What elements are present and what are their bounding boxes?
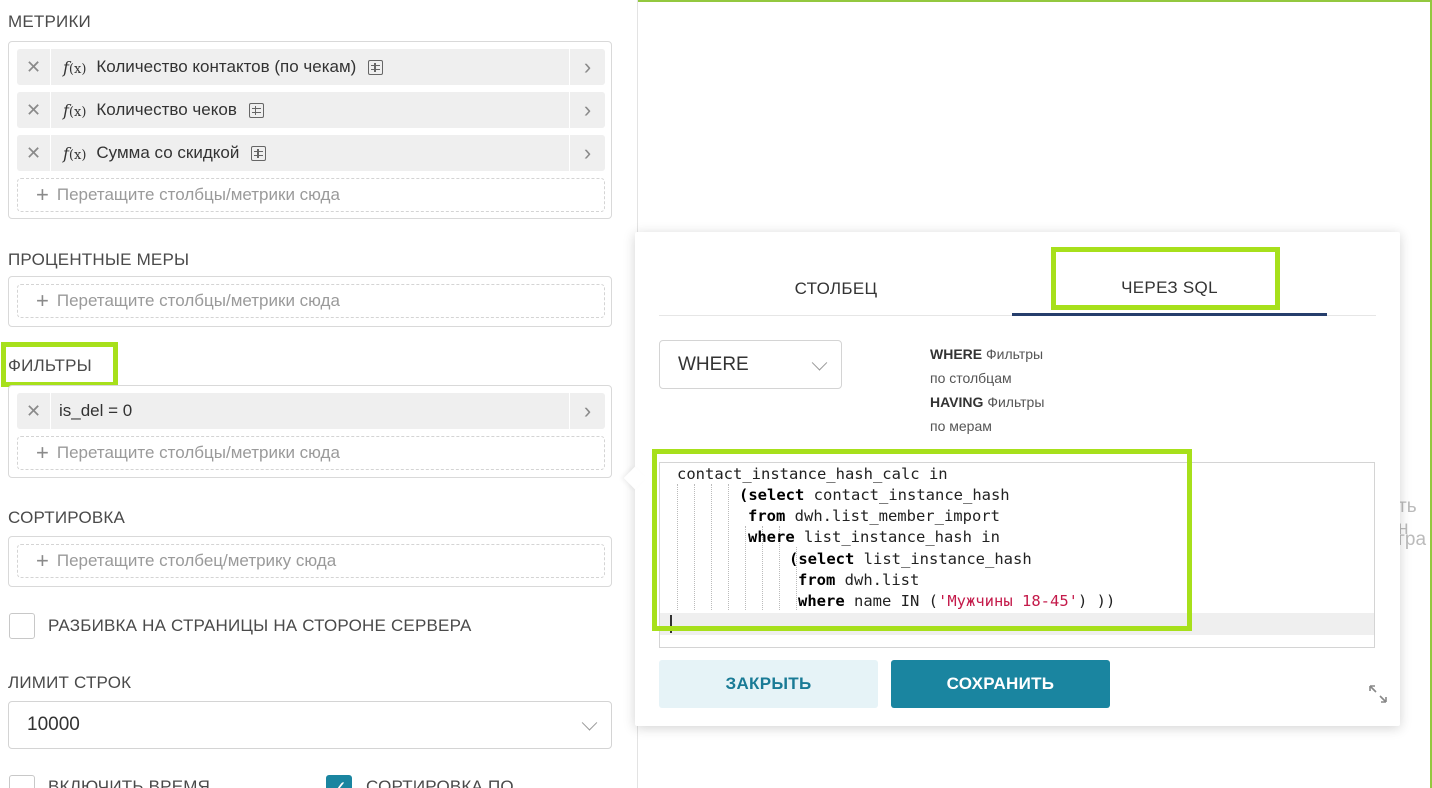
drop-placeholder: Перетащите столбцы/метрики сюда: [56, 443, 340, 462]
sort-by-checkbox[interactable]: ✓: [326, 775, 352, 788]
filter-edit-popover: СТОЛБЕЦ ЧЕРЕЗ SQL WHERE WHERE Фильтры по…: [635, 232, 1400, 726]
chevron-right-icon[interactable]: ›: [569, 49, 605, 85]
row-limit-title: ЛИМИТ СТРОК: [8, 673, 132, 692]
tab-column[interactable]: СТОЛБЕЦ: [659, 262, 1013, 316]
metric-item[interactable]: ✕ f(x) Количество чеков ›: [17, 92, 605, 128]
sql-tab-highlight: [1051, 247, 1280, 310]
chevron-down-icon: [811, 354, 828, 371]
remove-icon[interactable]: ✕: [17, 49, 51, 85]
metric-item[interactable]: ✕ f(x) Количество контактов (по чекам) ›: [17, 49, 605, 85]
drop-placeholder: Перетащите столбцы/метрики сюда: [56, 185, 340, 204]
remove-icon[interactable]: ✕: [17, 135, 51, 171]
plus-icon: +: [36, 548, 49, 573]
metric-item[interactable]: ✕ f(x) Сумма со скидкой ›: [17, 135, 605, 171]
sorting-box: + Перетащите столбец/метрику сюда: [8, 536, 612, 587]
function-icon: f(x): [63, 143, 87, 163]
server-pagination-label: РАЗБИВКА НА СТРАНИЦЫ НА СТОРОНЕ СЕРВЕРА: [48, 616, 472, 635]
clause-select-value: WHERE: [678, 353, 749, 375]
plus-icon: +: [36, 288, 49, 313]
sorting-title: СОРТИРОВКА: [8, 508, 126, 527]
save-button[interactable]: СОХРАНИТЬ: [891, 660, 1110, 708]
filters-drop-zone[interactable]: + Перетащите столбцы/метрики сюда: [17, 436, 605, 470]
row-limit-value: 10000: [27, 714, 80, 735]
function-icon: f(x): [63, 57, 87, 77]
percent-measures-box: + Перетащите столбцы/метрики сюда: [8, 276, 612, 327]
filter-label: is_del = 0: [59, 401, 133, 420]
metric-label: Количество контактов (по чекам): [96, 57, 357, 76]
include-time-checkbox[interactable]: [9, 775, 35, 788]
sql-editor-highlight: [652, 449, 1192, 631]
clause-select[interactable]: WHERE: [659, 340, 842, 389]
sort-by-label: СОРТИРОВКА ПО: [366, 777, 514, 788]
row-limit-select[interactable]: 10000: [8, 701, 612, 749]
percent-measures-title: ПРОЦЕНТНЫЕ МЕРЫ: [8, 250, 190, 269]
filters-box: ✕ is_del = 0 › + Перетащите столбцы/метр…: [8, 385, 612, 478]
metric-label: Количество чеков: [96, 100, 237, 119]
percent-measures-drop-zone[interactable]: + Перетащите столбцы/метрики сюда: [17, 284, 605, 318]
include-time-label: ВКЛЮЧИТЬ ВРЕМЯ: [48, 777, 211, 788]
metrics-section-title: МЕТРИКИ: [8, 12, 91, 31]
table-icon: [251, 145, 267, 161]
chevron-right-icon[interactable]: ›: [569, 393, 605, 429]
expand-icon[interactable]: [1368, 684, 1388, 704]
table-icon: [248, 102, 264, 118]
drop-placeholder: Перетащите столбцы/метрики сюда: [56, 291, 340, 310]
filter-item[interactable]: ✕ is_del = 0 ›: [17, 393, 605, 429]
filters-title-highlight: [1, 342, 118, 387]
metrics-box: ✕ f(x) Количество контактов (по чекам) ›…: [8, 41, 612, 219]
remove-icon[interactable]: ✕: [17, 92, 51, 128]
background-text: гра: [1398, 529, 1427, 550]
metric-label: Сумма со скидкой: [96, 143, 240, 162]
function-icon: f(x): [63, 100, 87, 120]
server-pagination-checkbox[interactable]: [9, 613, 35, 639]
chevron-right-icon[interactable]: ›: [569, 135, 605, 171]
table-icon: [368, 59, 384, 75]
plus-icon: +: [36, 182, 49, 207]
chevron-down-icon: [581, 715, 598, 731]
clause-help-text: WHERE Фильтры по столбцам HAVING Фильтры…: [930, 346, 1045, 434]
plus-icon: +: [36, 440, 49, 465]
chart-controls-panel: МЕТРИКИ ✕ f(x) Количество контактов (по …: [0, 0, 638, 788]
close-button[interactable]: ЗАКРЫТЬ: [659, 660, 878, 708]
drop-placeholder: Перетащите столбец/метрику сюда: [56, 551, 337, 570]
remove-icon[interactable]: ✕: [17, 393, 51, 429]
metrics-drop-zone[interactable]: + Перетащите столбцы/метрики сюда: [17, 178, 605, 212]
chevron-right-icon[interactable]: ›: [569, 92, 605, 128]
sorting-drop-zone[interactable]: + Перетащите столбец/метрику сюда: [17, 544, 605, 578]
